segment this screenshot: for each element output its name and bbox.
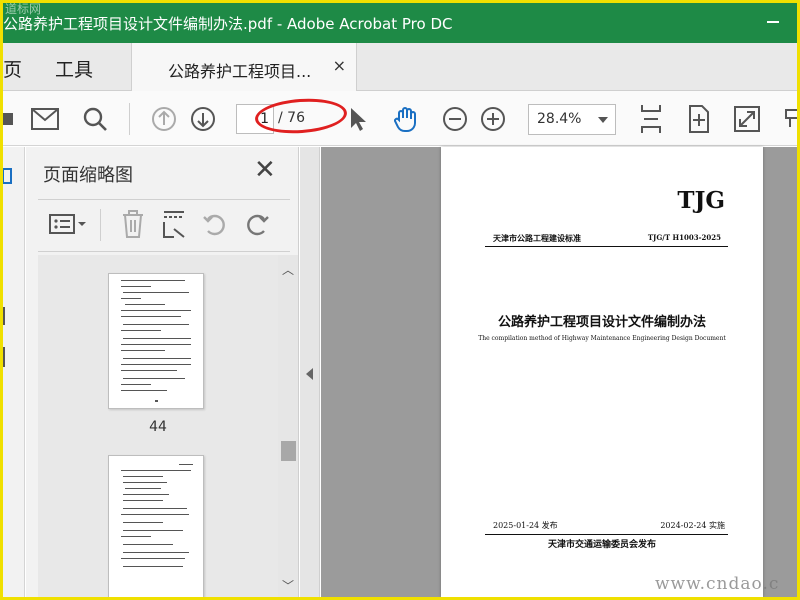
menu-tools[interactable]: 工具 bbox=[55, 55, 93, 82]
page-layout-icon[interactable] bbox=[159, 209, 189, 239]
panel-divider bbox=[38, 251, 290, 252]
standard-brand: TJG bbox=[677, 187, 725, 214]
publisher: 天津市交通运输委员会发布 bbox=[547, 540, 656, 550]
pdf-page: TJG 天津市公路工程建设标准 TJG/T H1003-2025 公路养护工程项… bbox=[441, 147, 763, 597]
minimize-button[interactable] bbox=[767, 21, 779, 23]
toolbar: 1 / 76 28.4% bbox=[3, 91, 797, 146]
site-watermark: www.cndao.c bbox=[655, 574, 780, 594]
acrobat-window: 道标网 公路养护工程项目设计文件编制办法.pdf - Adobe Acrobat… bbox=[3, 3, 797, 597]
header-rule bbox=[485, 246, 728, 247]
thumbnail-options-icon[interactable] bbox=[46, 209, 90, 239]
scrollbar-thumb[interactable] bbox=[281, 441, 296, 461]
previous-page-icon[interactable] bbox=[150, 105, 178, 133]
select-cursor-icon[interactable] bbox=[344, 105, 372, 133]
thumbnails-panel: 页面缩略图 ✕ 44 ︿ ﹀ bbox=[26, 147, 299, 597]
panel-title: 页面缩略图 bbox=[43, 165, 133, 186]
standard-code: TJG/T H1003-2025 bbox=[647, 233, 721, 242]
document-view[interactable]: TJG 天津市公路工程建设标准 TJG/T H1003-2025 公路养护工程项… bbox=[321, 147, 797, 597]
document-tab[interactable]: 公路养护工程项目... × bbox=[131, 43, 357, 91]
red-annotation-ellipse bbox=[253, 95, 349, 137]
menu-tab-row: 页 工具 公路养护工程项目... × bbox=[3, 43, 797, 91]
document-title: 公路养护工程项目设计文件编制办法 bbox=[497, 315, 706, 330]
page-thumbnails-icon[interactable] bbox=[3, 167, 13, 187]
thumbnail-scrollbar[interactable]: ︿ ﹀ bbox=[278, 255, 298, 597]
zoom-select[interactable]: 28.4% bbox=[528, 104, 616, 135]
release-date: 2025-01-24 发布 bbox=[493, 521, 558, 530]
search-icon[interactable] bbox=[81, 105, 109, 133]
panel-close-button[interactable]: ✕ bbox=[254, 157, 276, 183]
panel-tool-separator bbox=[100, 209, 101, 241]
thumbnail-list: 44 bbox=[38, 255, 278, 597]
left-icon-strip bbox=[3, 147, 25, 597]
chevron-up-icon[interactable]: ︿ bbox=[282, 261, 294, 278]
print-icon[interactable] bbox=[3, 105, 25, 133]
window-title: 公路养护工程项目设计文件编制办法.pdf - Adobe Acrobat Pro… bbox=[3, 15, 453, 33]
page-thumbnail[interactable] bbox=[108, 455, 204, 597]
next-page-icon[interactable] bbox=[189, 105, 217, 133]
bookmark-icon[interactable] bbox=[3, 307, 9, 325]
menu-home[interactable]: 页 bbox=[3, 55, 22, 82]
attachment-icon[interactable] bbox=[3, 347, 9, 367]
chevron-down-icon bbox=[598, 117, 608, 123]
rotate-page-icon[interactable] bbox=[685, 105, 713, 133]
zoom-out-icon[interactable] bbox=[441, 105, 469, 133]
panel-divider bbox=[38, 199, 290, 200]
more-tools-icon[interactable] bbox=[779, 105, 797, 133]
panel-collapse-handle[interactable] bbox=[300, 147, 320, 597]
zoom-value: 28.4% bbox=[537, 111, 582, 127]
standard-name: 天津市公路工程建设标准 bbox=[493, 233, 581, 243]
document-subtitle: The compilation method of Highway Mainte… bbox=[478, 335, 726, 342]
rotate-right-icon[interactable] bbox=[242, 209, 272, 239]
toolbar-separator bbox=[129, 103, 130, 135]
zoom-in-icon[interactable] bbox=[479, 105, 507, 133]
rotate-left-icon[interactable] bbox=[200, 209, 230, 239]
footer-rule bbox=[485, 534, 728, 535]
collapse-arrow-icon bbox=[306, 368, 313, 380]
delete-page-icon[interactable] bbox=[118, 209, 148, 239]
fit-width-icon[interactable] bbox=[637, 105, 665, 133]
hand-tool-icon[interactable] bbox=[392, 105, 420, 133]
title-bar: 道标网 公路养护工程项目设计文件编制办法.pdf - Adobe Acrobat… bbox=[3, 3, 797, 43]
effective-date: 2024-02-24 实施 bbox=[660, 521, 725, 530]
mail-icon[interactable] bbox=[31, 105, 59, 133]
document-tab-label: 公路养护工程项目... bbox=[168, 62, 312, 81]
chevron-down-icon[interactable]: ﹀ bbox=[282, 577, 294, 594]
full-screen-icon[interactable] bbox=[733, 105, 761, 133]
thumbnail-page-number: 44 bbox=[149, 419, 167, 435]
page-thumbnail[interactable] bbox=[108, 273, 204, 409]
tab-close-button[interactable]: × bbox=[333, 56, 346, 75]
